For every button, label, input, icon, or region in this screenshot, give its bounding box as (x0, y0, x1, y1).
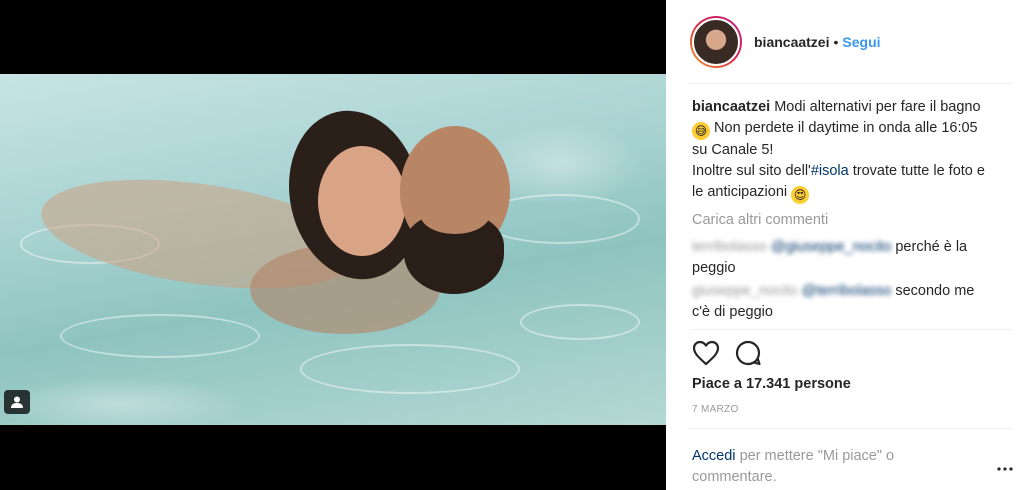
login-link[interactable]: Accedi (692, 448, 736, 464)
divider (690, 83, 1012, 84)
post-actions (692, 338, 762, 370)
login-prompt: Accedi per mettere "Mi piace" o commenta… (692, 446, 952, 488)
post-date[interactable]: 7 MARZO (692, 404, 739, 415)
comment-mention[interactable]: @giuseppe_nocito (771, 239, 891, 255)
post-media-pane (0, 0, 666, 490)
comments-section: biancaatzei Modi alternativi per fare il… (692, 97, 992, 325)
comment-username[interactable]: terribolasso (692, 239, 767, 255)
follow-button[interactable]: Segui (842, 34, 880, 50)
heart-eyes-emoji-icon: 😍 (791, 186, 810, 204)
divider (690, 329, 1012, 330)
likes-count[interactable]: Piace a 17.341 persone (692, 376, 851, 392)
caption-text-2: Non perdete il daytime in onda alle 16:0… (692, 120, 978, 158)
woman-face (318, 146, 406, 256)
comment-icon[interactable] (734, 339, 762, 370)
post-photo[interactable] (0, 74, 666, 425)
grinning-sweat-emoji-icon: 😅 (692, 122, 710, 140)
avatar-image (692, 18, 740, 66)
caption-username[interactable]: biancaatzei (692, 99, 770, 115)
post-caption: biancaatzei Modi alternativi per fare il… (692, 97, 992, 204)
comment-item: giuseppe_nocito @terribolasso secondo me… (692, 281, 992, 323)
comment-item: terribolasso @giuseppe_nocito perché è l… (692, 237, 992, 279)
post-sidebar: biancaatzei • Segui biancaatzei Modi alter… (666, 0, 1018, 490)
water-ripple (300, 344, 520, 394)
divider (690, 428, 1012, 429)
post-header: biancaatzei • Segui (690, 14, 881, 70)
more-options-icon[interactable] (996, 462, 1014, 476)
tagged-user-icon[interactable] (4, 390, 30, 414)
avatar[interactable] (690, 16, 742, 68)
hashtag-link[interactable]: #isola (811, 163, 849, 179)
comment-username[interactable]: giuseppe_nocito (692, 283, 798, 299)
caption-text-3: Inoltre sul sito dell' (692, 163, 811, 179)
heart-icon[interactable] (692, 340, 720, 369)
water-ripple (60, 314, 260, 358)
man-face (420, 194, 490, 234)
author-username[interactable]: biancaatzei (754, 34, 829, 50)
load-more-comments-button[interactable]: Carica altri commenti (692, 210, 992, 231)
water-ripple (520, 304, 640, 340)
comment-mention[interactable]: @terribolasso (802, 283, 892, 299)
header-user-info: biancaatzei • Segui (754, 34, 881, 50)
separator-dot: • (833, 34, 839, 50)
caption-text-1: Modi alternativi per fare il bagno (774, 99, 981, 115)
